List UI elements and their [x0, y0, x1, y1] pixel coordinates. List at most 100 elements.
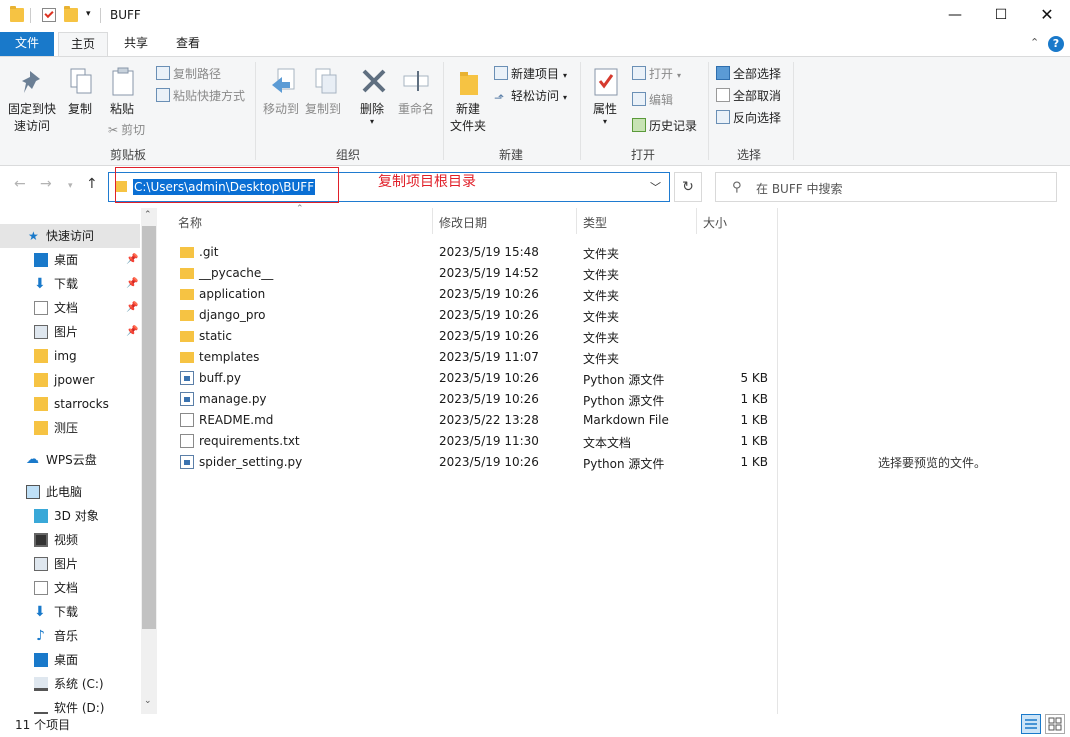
forward-arrow-icon[interactable]: → [40, 176, 52, 192]
recent-locations-icon[interactable]: ▾ [68, 181, 73, 191]
file-row[interactable]: __pycache__ 2023/5/19 14:52 文件夹 [172, 263, 778, 284]
paste-shortcut-button[interactable]: 粘贴快捷方式 [156, 86, 245, 106]
copy-to-button[interactable]: 复制到 [302, 101, 344, 118]
tab-share[interactable]: 共享 [112, 32, 160, 56]
tab-file[interactable]: 文件 [0, 32, 54, 56]
easy-access-button[interactable]: ⬏ 轻松访问 ▾ [494, 86, 567, 106]
select-all-icon [716, 66, 730, 80]
nav-item-starrocks[interactable]: starrocks [0, 392, 140, 416]
file-row[interactable]: README.md 2023/5/22 13:28 Markdown File 1 K… [172, 410, 778, 431]
new-folder-button[interactable]: 新建 文件夹 [446, 101, 490, 135]
address-dropdown-icon[interactable]: ﹀ [650, 179, 661, 195]
pin-quick-access-button[interactable]: 固定到快 速访问 [4, 101, 60, 135]
copy-icon [68, 67, 96, 97]
nav-item-pc-downloads[interactable]: ⬇ 下载 [0, 600, 140, 624]
file-row[interactable]: spider_setting.py 2023/5/19 10:26 Python 源… [172, 452, 778, 473]
properties-button[interactable]: 属性 ▾ [586, 101, 624, 126]
refresh-button[interactable]: ↻ [674, 172, 702, 202]
select-all-button[interactable]: 全部选择 [716, 64, 781, 84]
nav-item-img[interactable]: img [0, 344, 140, 368]
properties-icon [592, 67, 620, 97]
history-button[interactable]: 历史记录 [632, 116, 697, 136]
nav-item-pictures[interactable]: 图片 📌 [0, 320, 140, 344]
select-none-icon [716, 88, 730, 102]
column-header-name[interactable]: 名称 [178, 214, 202, 231]
delete-button[interactable]: 删除 ▾ [354, 101, 390, 126]
scroll-up-icon[interactable]: ⌃ [144, 210, 152, 220]
tab-home[interactable]: 主页 [58, 32, 108, 56]
invert-selection-button[interactable]: 反向选择 [716, 108, 781, 128]
column-header-date[interactable]: 修改日期 [439, 214, 487, 231]
edit-button[interactable]: 编辑 [632, 90, 673, 110]
file-row[interactable]: static 2023/5/19 10:26 文件夹 [172, 326, 778, 347]
large-icons-view-button[interactable] [1045, 714, 1065, 734]
file-row[interactable]: templates 2023/5/19 11:07 文件夹 [172, 347, 778, 368]
help-icon[interactable]: ? [1048, 36, 1064, 52]
file-row[interactable]: manage.py 2023/5/19 10:26 Python 源文件 1 KB [172, 389, 778, 410]
copy-button[interactable]: 复制 [62, 101, 98, 118]
folder-icon [10, 6, 24, 22]
open-button[interactable]: 打开 ▾ [632, 64, 681, 84]
nav-item-downloads[interactable]: ⬇ 下载 📌 [0, 272, 140, 296]
nav-item-3d-objects[interactable]: 3D 对象 [0, 504, 140, 528]
nav-wps-cloud[interactable]: ☁ WPS云盘 [0, 448, 140, 472]
search-input[interactable]: ⚲ 在 BUFF 中搜索 [715, 172, 1057, 202]
back-arrow-icon[interactable]: ← [14, 176, 26, 192]
copy-path-button[interactable]: 复制路径 [156, 64, 221, 84]
nav-scrollbar[interactable]: ⌃ ⌄ [141, 208, 157, 714]
folder-icon [180, 247, 194, 258]
minimize-button[interactable]: — [932, 0, 978, 32]
new-folder-icon[interactable] [64, 6, 78, 22]
nav-item-drive-d[interactable]: 软件 (D:) [0, 696, 140, 714]
collapse-ribbon-icon[interactable]: ⌃ [1030, 36, 1039, 49]
group-separator [793, 62, 794, 160]
select-none-button[interactable]: 全部取消 [716, 86, 781, 106]
sort-ascending-icon: ⌃ [296, 204, 304, 214]
paste-button[interactable]: 粘贴 [104, 101, 140, 118]
quick-access-dropdown-icon[interactable]: ▾ [86, 9, 91, 19]
preview-divider[interactable] [777, 208, 778, 714]
file-row[interactable]: django_pro 2023/5/19 10:26 文件夹 [172, 305, 778, 326]
nav-item-jpower[interactable]: jpower [0, 368, 140, 392]
navigation-pane: ★ 快速访问 桌面 📌 ⬇ 下载 📌 文档 📌 图片 📌 img jpower … [0, 208, 158, 714]
nav-item-drive-c[interactable]: 系统 (C:) [0, 672, 140, 696]
new-item-button[interactable]: 新建项目 ▾ [494, 64, 567, 84]
details-view-button[interactable] [1021, 714, 1041, 734]
paste-shortcut-icon [156, 88, 170, 102]
nav-item-videos[interactable]: 视频 [0, 528, 140, 552]
nav-item-documents[interactable]: 文档 📌 [0, 296, 140, 320]
nav-this-pc[interactable]: 此电脑 [0, 480, 140, 504]
rename-icon [402, 67, 430, 97]
file-row[interactable]: buff.py 2023/5/19 10:26 Python 源文件 5 KB [172, 368, 778, 389]
nav-item-pc-desktop[interactable]: 桌面 [0, 648, 140, 672]
nav-item-pc-pictures[interactable]: 图片 [0, 552, 140, 576]
cut-button[interactable]: ✂ 剪切 [108, 120, 145, 140]
rename-button[interactable]: 重命名 [394, 101, 438, 118]
scroll-thumb[interactable] [142, 226, 156, 629]
folder-icon [180, 352, 194, 363]
close-button[interactable]: ✕ [1024, 0, 1070, 32]
up-arrow-icon[interactable]: ↑ [86, 176, 98, 192]
file-row[interactable]: application 2023/5/19 10:26 文件夹 [172, 284, 778, 305]
document-icon [34, 581, 48, 595]
move-to-button[interactable]: 移动到 [260, 101, 302, 118]
nav-item-pc-documents[interactable]: 文档 [0, 576, 140, 600]
tab-view[interactable]: 查看 [164, 32, 212, 56]
file-row[interactable]: requirements.txt 2023/5/19 11:30 文本文档 1 KB [172, 431, 778, 452]
column-header-type[interactable]: 类型 [583, 214, 607, 231]
nav-item-ceya[interactable]: 测压 [0, 416, 140, 440]
python-file-icon [180, 392, 194, 406]
maximize-button[interactable]: ☐ [978, 0, 1024, 32]
ribbon-tabs: 文件 主页 共享 查看 ⌃ ? [0, 32, 1070, 56]
column-header-size[interactable]: 大小 [703, 214, 727, 231]
new-group-label: 新建 [498, 148, 523, 162]
desktop-icon [34, 653, 48, 667]
nav-item-music[interactable]: ♪ 音乐 [0, 624, 140, 648]
folder-icon [180, 310, 194, 321]
file-row[interactable]: .git 2023/5/19 15:48 文件夹 [172, 242, 778, 263]
properties-check-icon[interactable] [42, 8, 56, 22]
paste-icon [110, 67, 138, 97]
nav-item-desktop[interactable]: 桌面 📌 [0, 248, 140, 272]
scroll-down-icon[interactable]: ⌄ [144, 696, 152, 706]
nav-quick-access[interactable]: ★ 快速访问 [0, 224, 140, 248]
